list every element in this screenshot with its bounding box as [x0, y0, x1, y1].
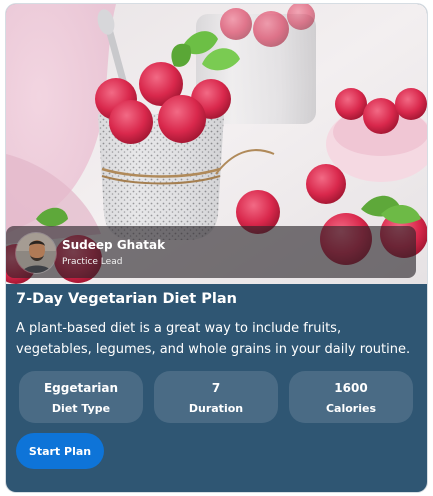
author-avatar[interactable]	[16, 233, 56, 273]
diet-plan-card[interactable]: Sudeep Ghatak Practice Lead 7-Day Vegeta…	[6, 4, 427, 492]
author-bar: Sudeep Ghatak Practice Lead	[6, 226, 416, 278]
stat-value: 1600	[334, 381, 368, 395]
author-role: Practice Lead	[62, 257, 123, 267]
start-plan-button[interactable]: Start Plan	[16, 433, 104, 469]
stat-duration: 7 Duration	[154, 371, 278, 423]
stat-label: Duration	[188, 402, 244, 415]
stat-label: Calories	[325, 402, 377, 415]
stat-calories: 1600 Calories	[289, 371, 413, 423]
plan-title: 7-Day Vegetarian Diet Plan	[16, 291, 237, 307]
stat-diet-type: Eggetarian Diet Type	[19, 371, 143, 423]
plan-description: A plant-based diet is a great way to inc…	[16, 321, 411, 357]
stat-value: Eggetarian	[43, 381, 119, 395]
stat-label: Diet Type	[51, 402, 111, 415]
stat-value: 7	[211, 381, 221, 395]
plan-stats: Eggetarian Diet Type 7 Duration 1600 Cal…	[19, 371, 415, 423]
author-name: Sudeep Ghatak	[62, 238, 166, 252]
